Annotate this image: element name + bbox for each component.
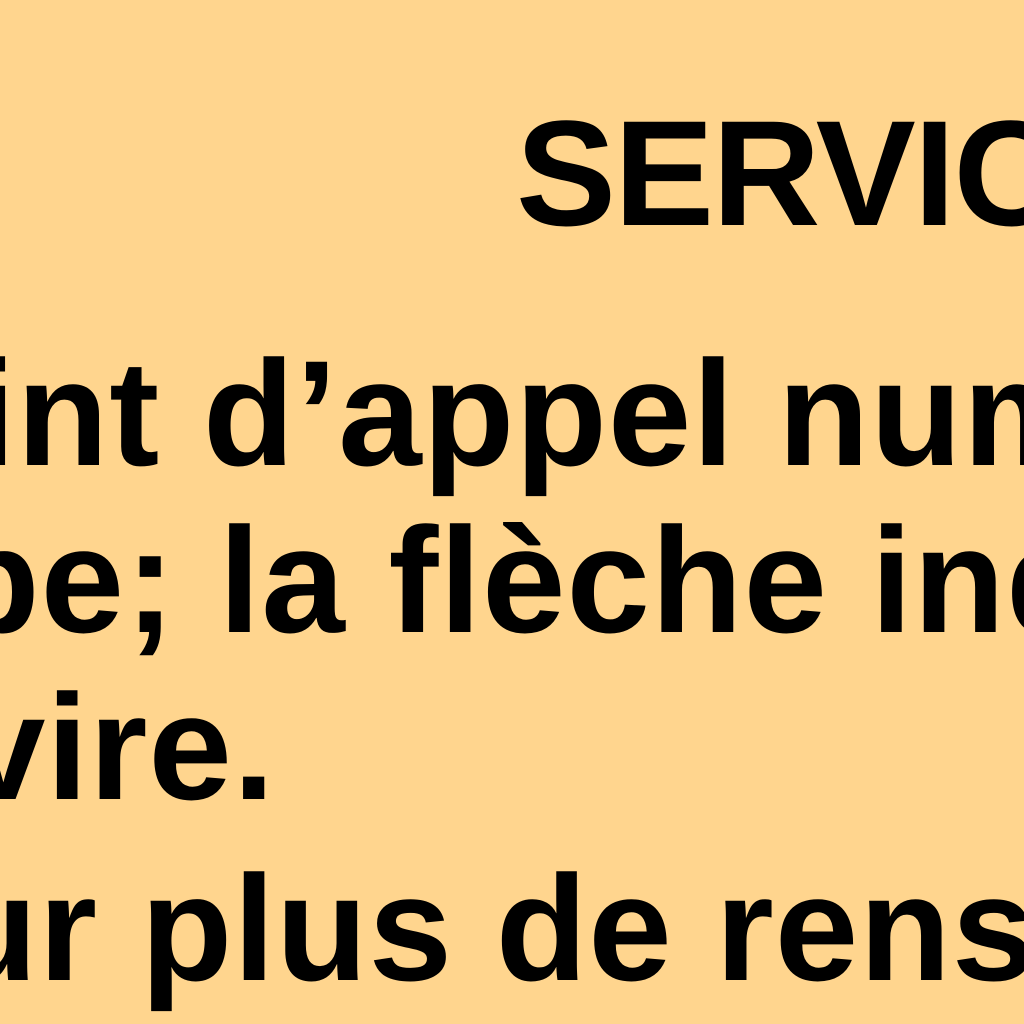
notice-heading: SERVICE — [516, 89, 1024, 257]
notice-line-3: vire. — [0, 663, 276, 831]
notice-line-2: pe; la flèche ind — [0, 496, 1024, 664]
notice-line-4: ur plus de rense — [0, 844, 1024, 1012]
notice-panel: SERVICE int d’appel num pe; la flèche in… — [0, 0, 1024, 1024]
notice-line-1: int d’appel num — [0, 329, 1024, 497]
